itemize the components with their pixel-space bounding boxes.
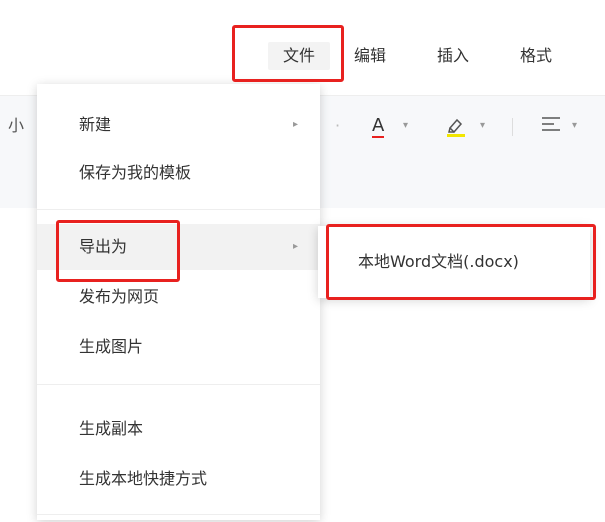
menu-format[interactable]: 格式 bbox=[520, 42, 552, 70]
menu-item-label: 导出为 bbox=[79, 237, 128, 256]
submenu-item-local-word[interactable]: 本地Word文档(.docx) bbox=[358, 248, 519, 276]
highlighter-icon bbox=[445, 114, 467, 145]
menu-item-generate-image[interactable]: 生成图片 bbox=[37, 324, 320, 370]
menu-item-save-as-template[interactable]: 保存为我的模板 bbox=[37, 150, 320, 196]
menu-item-generate-copy[interactable]: 生成副本 bbox=[37, 406, 320, 452]
menu-item-label: 保存为我的模板 bbox=[79, 163, 192, 182]
font-size-selector[interactable]: 小 bbox=[8, 114, 24, 138]
file-dropdown-menu: 新建 ▸ 保存为我的模板 导出为 ▸ 发布为网页 生成图片 生成副本 生成本地快… bbox=[37, 84, 320, 520]
align-button[interactable] bbox=[540, 114, 562, 138]
font-color-button[interactable]: A bbox=[372, 114, 385, 138]
menu-divider bbox=[37, 514, 320, 515]
font-color-icon: A bbox=[372, 115, 385, 138]
menu-item-local-shortcut[interactable]: 生成本地快捷方式 bbox=[37, 456, 320, 502]
toolbar-divider bbox=[512, 118, 513, 136]
chevron-right-icon: ▸ bbox=[292, 241, 298, 252]
menu-divider bbox=[37, 209, 320, 210]
menu-item-new[interactable]: 新建 ▸ bbox=[37, 102, 320, 148]
chevron-right-icon: ▸ bbox=[292, 119, 298, 130]
menu-item-label: 新建 bbox=[79, 115, 112, 134]
menubar: 文件 编辑 插入 格式 bbox=[0, 0, 605, 96]
align-caret-icon[interactable]: ▾ bbox=[572, 114, 577, 138]
menu-item-label: 生成副本 bbox=[79, 419, 144, 438]
menu-item-label: 发布为网页 bbox=[79, 287, 160, 306]
font-color-caret-icon[interactable]: ▾ bbox=[403, 114, 408, 138]
align-icon bbox=[540, 114, 562, 141]
export-submenu: 本地Word文档(.docx) bbox=[318, 226, 590, 298]
menu-divider bbox=[37, 384, 320, 385]
menu-file[interactable]: 文件 bbox=[268, 42, 330, 70]
menu-item-label: 生成图片 bbox=[79, 337, 144, 356]
highlight-caret-icon[interactable]: ▾ bbox=[480, 114, 485, 138]
menu-edit[interactable]: 编辑 bbox=[354, 42, 386, 70]
menu-item-label: 生成本地快捷方式 bbox=[79, 469, 208, 488]
highlight-button[interactable] bbox=[445, 114, 467, 138]
toolbar-dot: · bbox=[335, 116, 341, 135]
menu-insert[interactable]: 插入 bbox=[437, 42, 469, 70]
menu-item-export-as[interactable]: 导出为 ▸ bbox=[37, 224, 320, 270]
menu-item-publish-webpage[interactable]: 发布为网页 bbox=[37, 274, 320, 320]
